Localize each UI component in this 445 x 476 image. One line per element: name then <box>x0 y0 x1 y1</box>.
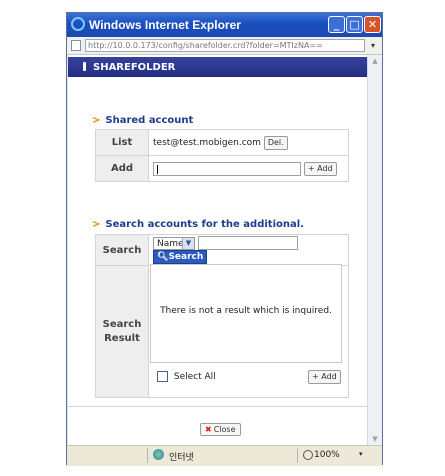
search-label: Search <box>95 234 149 266</box>
delete-button[interactable]: Del. <box>263 135 288 150</box>
search-cell: Name ▼ 🔍︎Search <box>148 234 349 266</box>
arrow-icon: > <box>92 219 101 230</box>
page-content: SHAREFOLDER > Shared account List test@te… <box>68 55 367 445</box>
scroll-up-icon[interactable]: ▲ <box>368 55 382 67</box>
header-bar-icon <box>83 62 86 71</box>
shared-account-title: > Shared account <box>92 115 194 126</box>
chevron-down-icon: ▼ <box>182 237 194 249</box>
empty-result-message: There is not a result which is inquired. <box>160 306 332 316</box>
url-field[interactable]: http://10.0.0.173/config/sharefolder.crd… <box>85 39 365 52</box>
window-title: Windows Internet Explorer <box>89 18 241 32</box>
shared-account-email: test@test.mobigen.com <box>153 137 261 148</box>
security-zone: 인터넷 <box>169 453 194 463</box>
address-dropdown-icon[interactable]: ▾ <box>367 39 379 52</box>
globe-icon <box>153 449 164 460</box>
search-input[interactable] <box>197 236 298 250</box>
close-icon: ✖ <box>205 425 212 434</box>
select-all-label: Select All <box>173 371 216 382</box>
search-field-select[interactable]: Name ▼ <box>153 236 195 250</box>
shared-account-table: List test@test.mobigen.com Del. Add + Ad… <box>95 129 349 182</box>
search-section-title: > Search accounts for the additional. <box>92 219 304 230</box>
search-button[interactable]: 🔍︎Search <box>153 250 208 264</box>
page-header: SHAREFOLDER <box>68 57 367 77</box>
ie-window: Windows Internet Explorer _ □ ✕ http://1… <box>66 12 383 466</box>
divider <box>68 406 367 407</box>
arrow-icon: > <box>92 115 101 126</box>
minimize-button[interactable]: _ <box>328 16 345 33</box>
scroll-down-icon[interactable]: ▼ <box>368 433 382 445</box>
zoom-level[interactable]: 100% <box>314 450 340 460</box>
page-title: SHAREFOLDER <box>93 62 176 73</box>
add-account-input[interactable] <box>153 161 301 176</box>
list-cell: test@test.mobigen.com Del. <box>148 129 349 156</box>
search-result-label: Search Result <box>95 265 149 398</box>
close-window-button[interactable]: ✕ <box>364 16 381 33</box>
close-button[interactable]: ✖ Close <box>200 423 241 436</box>
maximize-button[interactable]: □ <box>346 16 363 33</box>
vertical-scrollbar[interactable]: ▲ ▼ <box>367 55 382 445</box>
select-all-row: Select All <box>157 371 216 382</box>
zoom-dropdown-icon[interactable]: ▾ <box>359 450 363 458</box>
address-bar: http://10.0.0.173/config/sharefolder.crd… <box>67 37 382 55</box>
add-label: Add <box>95 155 149 182</box>
zoom-icon[interactable] <box>303 450 313 460</box>
add-selected-button[interactable]: + Add <box>308 370 341 384</box>
add-account-button[interactable]: + Add <box>303 161 337 176</box>
status-separator <box>297 448 298 463</box>
search-result-list[interactable]: There is not a result which is inquired. <box>150 264 342 363</box>
title-bar[interactable]: Windows Internet Explorer _ □ ✕ <box>67 13 382 37</box>
list-label: List <box>95 129 149 156</box>
select-all-checkbox[interactable] <box>157 371 168 382</box>
status-bar: 인터넷 100% ▾ <box>67 445 382 466</box>
page-icon <box>71 40 81 51</box>
ie-logo-icon <box>71 17 85 31</box>
status-separator <box>147 448 148 463</box>
add-cell: + Add <box>148 155 349 182</box>
